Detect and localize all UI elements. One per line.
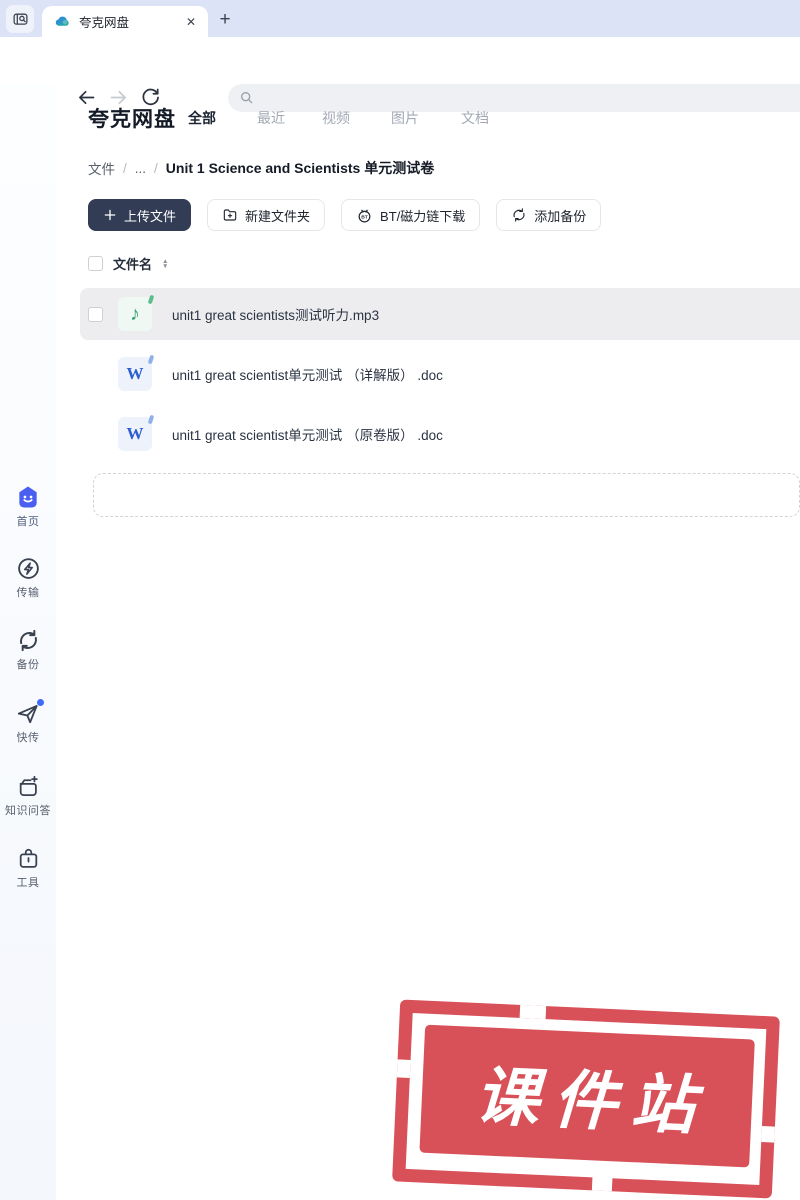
breadcrumb: 文件 / ... / Unit 1 Science and Scientists… [88,158,435,178]
tab-video[interactable]: 视频 [322,108,350,128]
action-bar: 上传文件 新建文件夹 BT BT/磁力链下载 添加备份 [88,199,602,231]
sidebar-item-label: 快传 [16,732,40,744]
home-icon [0,484,56,510]
sort-icon[interactable]: ▲ ▼ [162,258,168,270]
quark-cloud-logo-icon [55,16,69,26]
file-row-doc-detailed[interactable]: W unit1 great scientist单元测试 （详解版） .doc [80,348,800,400]
tab-title: 夸克网盘 [79,16,130,30]
breadcrumb-ellipsis[interactable]: ... [135,161,146,176]
sidebar-item-tools[interactable]: 工具 [0,846,56,890]
add-backup-button[interactable]: 添加备份 [496,199,602,231]
table-header: 文件名 ▲ ▼ [88,254,168,273]
row-checkbox[interactable] [88,306,103,322]
breadcrumb-root[interactable]: 文件 [88,158,115,178]
sidebar-item-home[interactable]: 首页 [0,484,56,529]
sidebar: 首页 传输 备份 快传 知识问答 工具 [0,84,56,1200]
backup-icon [0,628,56,653]
tab-close-icon[interactable]: ✕ [186,15,196,29]
plus-icon [104,209,116,221]
drop-zone[interactable] [93,473,800,517]
tab-recent[interactable]: 最近 [257,108,285,128]
tab-all[interactable]: 全部 [188,108,216,128]
sidebar-item-knowledge[interactable]: 知识问答 [0,774,56,818]
browser-toolbar [0,37,800,112]
sidebar-item-label: 首页 [16,516,40,528]
stamp-body: 课件站 [419,1024,755,1168]
tab-doc[interactable]: 文档 [461,108,489,128]
upload-file-button[interactable]: 上传文件 [88,199,192,231]
quick-send-icon [0,699,56,726]
stamp-text: 课件站 [473,1059,711,1143]
file-row-doc-original[interactable]: W unit1 great scientist单元测试 （原卷版） .doc [80,408,800,460]
bt-magnet-download-button[interactable]: BT BT/磁力链下载 [341,199,481,231]
sidebar-item-transfer[interactable]: 传输 [0,556,56,600]
word-file-icon: W [118,354,155,391]
new-folder-button[interactable]: 新建文件夹 [207,199,326,231]
file-name[interactable]: unit1 great scientist单元测试 （详解版） .doc [172,364,443,384]
svg-text:BT: BT [361,214,368,220]
page-title: 夸克网盘 [88,108,176,131]
knowledge-icon [0,774,56,799]
sidebar-item-label: 备份 [16,659,40,671]
browser-tab-bar: 夸克网盘 ✕ + [0,0,800,37]
select-all-checkbox[interactable] [88,256,103,271]
filename-column-header[interactable]: 文件名 [113,254,152,273]
audio-file-icon: ♪ [118,294,155,331]
bt-download-icon: BT [358,209,371,222]
browser-tab-active[interactable]: 夸克网盘 ✕ [42,6,208,37]
transfer-icon [0,556,56,581]
new-tab-button[interactable]: + [212,7,238,33]
sidebar-item-backup[interactable]: 备份 [0,628,56,672]
word-file-icon: W [118,414,155,451]
sidebar-item-label: 工具 [16,877,40,889]
sidebar-item-quick-send[interactable]: 快传 [0,699,56,745]
sidebar-item-label: 知识问答 [5,805,51,817]
search-icon [241,92,253,104]
browser-search-input[interactable] [228,84,800,112]
window-search-button[interactable] [6,5,34,33]
watermark-stamp: 课件站 [392,999,780,1199]
file-name[interactable]: unit1 great scientists测试听力.mp3 [172,304,379,324]
toolbox-icon [0,846,56,871]
backup-circle-icon [513,208,525,222]
window-search-icon [12,13,28,25]
folder-plus-icon [223,209,237,221]
tab-image[interactable]: 图片 [391,108,419,128]
file-row-mp3[interactable]: ♪ unit1 great scientists测试听力.mp3 [80,288,800,340]
file-name[interactable]: unit1 great scientist单元测试 （原卷版） .doc [172,424,443,444]
breadcrumb-current: Unit 1 Science and Scientists 单元测试卷 [165,160,435,176]
notification-dot [37,699,44,706]
sidebar-item-label: 传输 [16,587,40,599]
